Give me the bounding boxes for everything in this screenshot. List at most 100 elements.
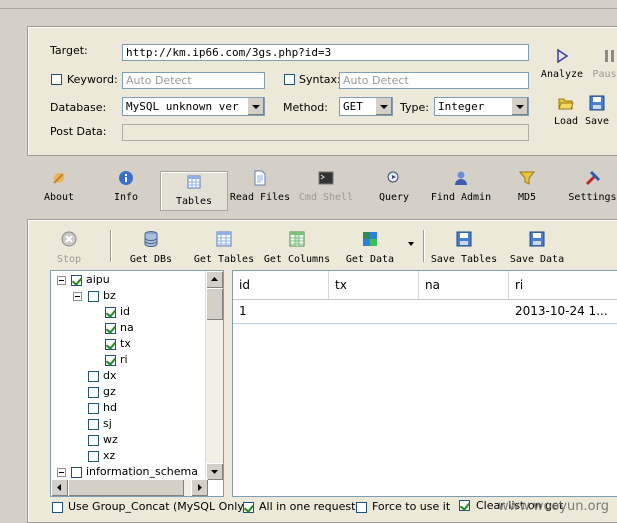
type-select-value: Integer bbox=[438, 100, 485, 113]
scroll-thumb[interactable] bbox=[206, 288, 223, 320]
tree-checkbox-aipu[interactable] bbox=[71, 275, 82, 286]
method-select[interactable]: GET bbox=[339, 97, 393, 116]
tree-vertical-scrollbar[interactable] bbox=[205, 271, 223, 480]
tree-checkbox-table[interactable] bbox=[88, 419, 99, 430]
scroll-up-button[interactable] bbox=[206, 271, 223, 288]
tools-icon bbox=[585, 170, 600, 186]
collapse-icon[interactable] bbox=[57, 276, 66, 285]
target-label: Target: bbox=[50, 44, 88, 57]
tab-tables[interactable]: Tables bbox=[160, 171, 228, 211]
target-input[interactable]: http://km.ip66.com/3gs.php?id=3 bbox=[122, 44, 529, 61]
tree-checkbox-column[interactable] bbox=[105, 339, 116, 350]
toolbar-separator bbox=[423, 230, 425, 262]
grid-cell[interactable]: 1 bbox=[233, 301, 329, 321]
grid-column-header[interactable]: id bbox=[233, 271, 329, 299]
expand-icon[interactable] bbox=[57, 468, 66, 477]
tab-query[interactable]: Query bbox=[376, 170, 412, 210]
syntax-label: Syntax: bbox=[299, 73, 341, 86]
scroll-thumb[interactable] bbox=[68, 479, 184, 496]
analyze-button-label: Analyze bbox=[540, 69, 584, 80]
tree-checkbox-table[interactable] bbox=[88, 435, 99, 446]
save-data-button[interactable]: Save Data bbox=[508, 230, 566, 265]
syntax-checkbox[interactable] bbox=[284, 74, 295, 85]
scroll-down-button[interactable] bbox=[206, 463, 223, 480]
tree-node-table[interactable]: hd bbox=[103, 401, 117, 415]
tab-info[interactable]: Info bbox=[108, 170, 144, 210]
toolbar-separator bbox=[110, 230, 112, 262]
get-columns-button[interactable]: Get Columns bbox=[263, 230, 331, 265]
tab-md5[interactable]: MD5 bbox=[512, 170, 542, 210]
tree-checkbox-table[interactable] bbox=[88, 371, 99, 382]
tree-checkbox-bz[interactable] bbox=[88, 291, 99, 302]
floppy-disk-icon bbox=[456, 231, 472, 247]
chevron-down-icon[interactable] bbox=[375, 98, 392, 115]
save-tables-button[interactable]: Save Tables bbox=[430, 230, 498, 265]
keyword-input[interactable]: Auto Detect bbox=[122, 72, 265, 89]
tree-checkbox-column[interactable] bbox=[105, 323, 116, 334]
tree-node-db[interactable]: aipu bbox=[86, 273, 110, 287]
tree-node-column[interactable]: ri bbox=[120, 353, 128, 367]
table-icon bbox=[187, 175, 201, 189]
keyword-checkbox[interactable] bbox=[51, 74, 62, 85]
scroll-right-button[interactable] bbox=[191, 479, 208, 496]
all-in-one-checkbox[interactable] bbox=[243, 502, 254, 513]
chevron-down-icon[interactable] bbox=[511, 98, 528, 115]
tree-node-table[interactable]: sj bbox=[103, 417, 112, 431]
floppy-disk-icon bbox=[589, 95, 605, 111]
tree-node-table[interactable]: bz bbox=[103, 289, 116, 303]
database-label: Database: bbox=[50, 101, 107, 114]
pause-button[interactable]: Paus bbox=[592, 48, 617, 80]
tab-about[interactable]: About bbox=[40, 170, 78, 210]
arrow-up-icon bbox=[211, 277, 218, 281]
grid-cell[interactable] bbox=[419, 301, 509, 321]
get-data-dropdown-icon[interactable] bbox=[408, 242, 414, 246]
tree-node-column[interactable]: id bbox=[120, 305, 130, 319]
pause-icon bbox=[605, 50, 614, 62]
get-tables-button[interactable]: Get Tables bbox=[193, 230, 255, 265]
tree-checkbox-db[interactable] bbox=[71, 467, 82, 478]
chevron-down-icon[interactable] bbox=[247, 98, 264, 115]
tab-read-files[interactable]: Read Files bbox=[229, 170, 291, 210]
tree-node-table[interactable]: gz bbox=[103, 385, 116, 399]
tree-checkbox-column[interactable] bbox=[105, 307, 116, 318]
tab-find-admin[interactable]: Find Admin bbox=[430, 170, 492, 210]
load-button[interactable]: Load bbox=[550, 95, 582, 127]
arrow-left-icon bbox=[57, 484, 61, 491]
clear-list-checkbox[interactable] bbox=[459, 500, 470, 511]
analyze-button[interactable]: Analyze bbox=[540, 48, 584, 80]
tab-cmd-shell[interactable]: Cmd Shell bbox=[298, 170, 354, 210]
tree-checkbox-table[interactable] bbox=[88, 451, 99, 462]
tree-node-db[interactable]: information_schema bbox=[86, 465, 198, 479]
collapse-icon[interactable] bbox=[73, 292, 82, 301]
post-data-input[interactable] bbox=[122, 124, 529, 141]
stop-button[interactable]: Stop bbox=[52, 230, 86, 265]
data-grid[interactable]: id tx na ri 1 2013-10-24 1... bbox=[232, 270, 617, 497]
tree-checkbox-table[interactable] bbox=[88, 403, 99, 414]
force-checkbox[interactable] bbox=[356, 502, 367, 513]
get-dbs-button[interactable]: Get DBs bbox=[127, 230, 175, 265]
tree-node-column[interactable]: na bbox=[120, 321, 134, 335]
tree-node-column[interactable]: tx bbox=[120, 337, 131, 351]
tab-settings[interactable]: Settings bbox=[568, 170, 617, 210]
tree-checkbox-table[interactable] bbox=[88, 387, 99, 398]
scroll-left-button[interactable] bbox=[51, 479, 68, 496]
force-label: Force to use it bbox=[372, 500, 451, 513]
get-data-button[interactable]: Get Data bbox=[344, 230, 396, 265]
grid-column-header[interactable]: na bbox=[419, 271, 509, 299]
tree-node-table[interactable]: dx bbox=[103, 369, 117, 383]
type-select[interactable]: Integer bbox=[434, 97, 529, 116]
grid-cell[interactable] bbox=[329, 301, 419, 321]
syntax-input[interactable]: Auto Detect bbox=[339, 72, 529, 89]
save-button[interactable]: Save bbox=[582, 95, 612, 127]
columns-icon bbox=[289, 231, 305, 247]
grid-cell[interactable]: 2013-10-24 1... bbox=[509, 301, 617, 321]
tree-checkbox-column[interactable] bbox=[105, 355, 116, 366]
database-select[interactable]: MySQL unknown ver bbox=[122, 97, 265, 116]
tree-node-table[interactable]: wz bbox=[103, 433, 118, 447]
grid-column-header[interactable]: tx bbox=[329, 271, 419, 299]
tree-horizontal-scrollbar[interactable] bbox=[51, 479, 208, 496]
group-concat-checkbox[interactable] bbox=[52, 502, 63, 513]
tree-node-table[interactable]: xz bbox=[103, 449, 115, 463]
database-tree[interactable]: aipu bz id na tx ri dx gz hd sj wz xz in… bbox=[50, 270, 224, 497]
grid-column-header[interactable]: ri bbox=[509, 271, 617, 299]
